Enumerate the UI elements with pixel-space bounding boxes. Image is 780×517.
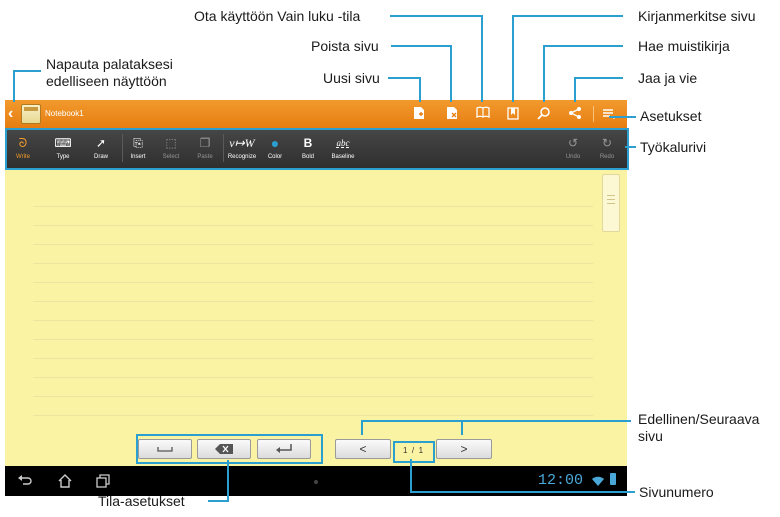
ruled-lines — [33, 188, 593, 428]
center-dot — [314, 480, 318, 484]
callout-line-new-page — [388, 77, 421, 79]
page-scroll-handle[interactable] — [602, 174, 620, 232]
callout-line-share — [574, 77, 623, 79]
callout-line-page-number-v — [410, 459, 412, 493]
callout-new-page: Uusi sivu — [323, 70, 380, 86]
callout-line-mode-settings — [208, 500, 229, 502]
callout-toolbar: Työkalurivi — [640, 139, 707, 155]
callout-line-prev-v — [361, 420, 363, 435]
recent-apps-icon[interactable] — [95, 473, 111, 489]
callout-bookmark: Kirjanmerkitse sivu — [638, 8, 756, 24]
callout-line-delete-page-v — [450, 45, 452, 102]
toolbar-highlight-box — [5, 128, 629, 170]
callout-settings: Asetukset — [640, 108, 702, 124]
callout-line-bookmark-v — [512, 15, 514, 102]
clock: 12:00 — [538, 472, 584, 489]
mode-settings-highlight-box — [136, 434, 323, 464]
settings-menu-icon[interactable] — [602, 106, 616, 122]
callout-line-mode-settings-v — [227, 460, 229, 502]
callout-line-toolbar — [625, 146, 636, 148]
callout-back: Napauta palataksesi edelliseen näyttöön — [46, 56, 173, 89]
delete-page-icon[interactable] — [445, 106, 459, 122]
home-nav-icon[interactable] — [57, 473, 73, 489]
action-bar: ‹ Notebook1 — [5, 100, 627, 128]
bookmark-icon[interactable] — [506, 106, 520, 122]
actionbar-divider — [593, 106, 594, 122]
callout-delete-page: Poista sivu — [311, 38, 379, 54]
callout-mode-settings: Tila-asetukset — [98, 493, 185, 509]
callout-line-delete-page — [391, 45, 452, 47]
share-icon[interactable] — [568, 106, 582, 122]
callout-line-back-h — [13, 70, 41, 72]
notebook-icon[interactable] — [21, 104, 41, 124]
search-icon[interactable] — [537, 106, 551, 122]
callout-line-settings — [609, 116, 636, 118]
callout-line-search-v — [543, 45, 545, 102]
back-chevron-icon[interactable]: ‹ — [8, 105, 18, 123]
back-nav-icon[interactable] — [17, 473, 33, 489]
callout-line-prev-next — [361, 420, 631, 422]
callout-read-only: Ota käyttöön Vain luku -tila — [194, 8, 361, 24]
callout-line-page-number — [410, 491, 635, 493]
callout-line-new-page-v — [419, 77, 421, 102]
callout-prev-next: Edellinen/Seuraava sivu — [638, 411, 760, 444]
callout-line-search — [543, 45, 623, 47]
callout-line-back — [13, 70, 15, 102]
wifi-icon — [592, 474, 604, 486]
page-number-highlight-box — [393, 441, 435, 463]
callout-search: Hae muistikirja — [638, 38, 730, 54]
callout-line-share-v — [574, 77, 576, 102]
callout-share: Jaa ja vie — [638, 70, 698, 86]
new-page-icon[interactable] — [412, 106, 426, 122]
callout-line-read-only — [390, 15, 483, 17]
callout-line-next-v — [461, 420, 463, 435]
read-only-book-icon[interactable] — [476, 106, 490, 122]
callout-page-number: Sivunumero — [639, 484, 714, 500]
prev-page-button[interactable]: < — [335, 439, 391, 459]
next-page-button[interactable]: > — [436, 439, 492, 459]
callout-line-read-only-v — [481, 15, 483, 102]
callout-line-bookmark — [512, 15, 623, 17]
notebook-title: Notebook1 — [45, 109, 84, 118]
battery-icon — [610, 473, 616, 485]
